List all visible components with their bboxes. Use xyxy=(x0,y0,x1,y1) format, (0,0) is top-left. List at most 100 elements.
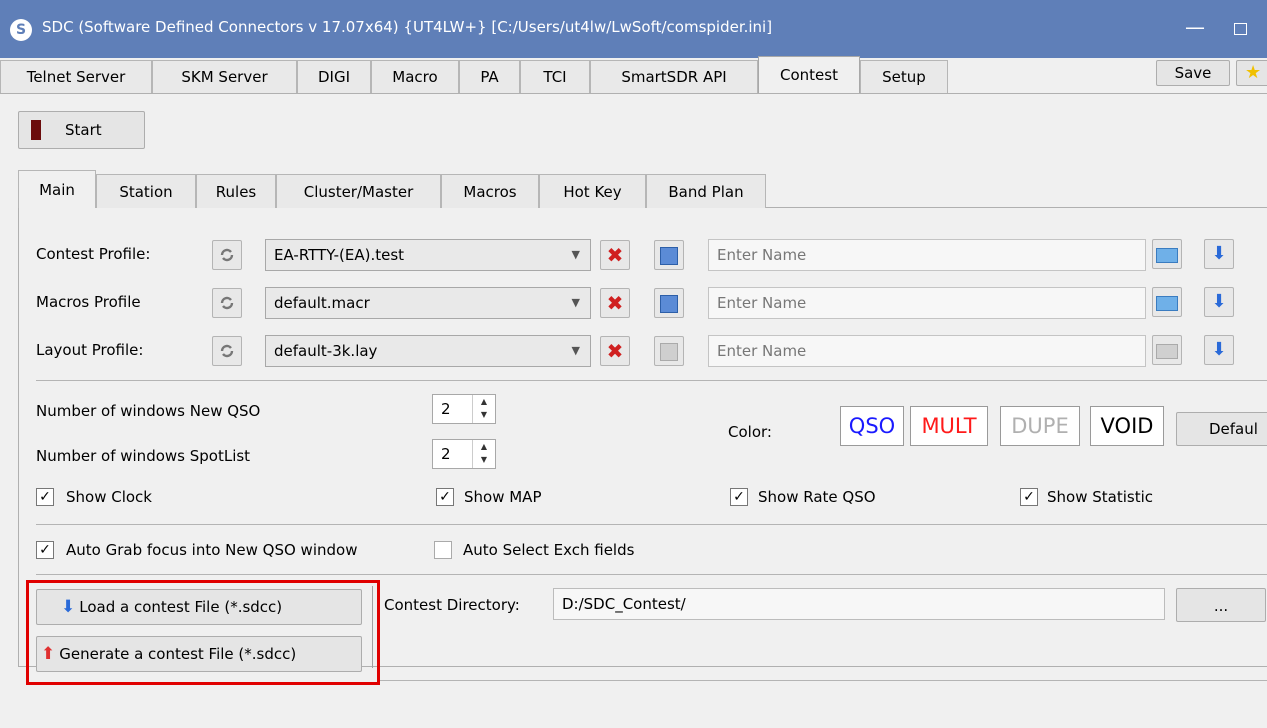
subtab-hot-key[interactable]: Hot Key xyxy=(539,174,646,208)
show-clock-checkbox[interactable]: ✓ xyxy=(36,488,54,506)
subtab-main[interactable]: Main xyxy=(18,170,96,208)
maximize-button[interactable] xyxy=(1226,14,1256,44)
download-arrow-icon: ⬇ xyxy=(61,597,76,617)
contest-profile-label: Contest Profile: xyxy=(36,245,151,263)
auto-grab-checkbox[interactable]: ✓ xyxy=(36,541,54,559)
load-contest-file-label: Load a contest File (*.sdcc) xyxy=(79,598,283,616)
void-color-button[interactable]: VOID xyxy=(1090,406,1164,446)
show-map-label: Show MAP xyxy=(464,488,542,506)
contest-directory-label: Contest Directory: xyxy=(384,596,520,614)
show-rate-checkbox[interactable]: ✓ xyxy=(730,488,748,506)
tab-setup[interactable]: Setup xyxy=(860,60,948,94)
subtab-macros[interactable]: Macros xyxy=(441,174,539,208)
tab-pa[interactable]: PA xyxy=(459,60,520,94)
save-button[interactable]: Save xyxy=(1156,60,1230,86)
folder-add-icon xyxy=(1156,296,1178,311)
download-arrow-icon: ⬇ xyxy=(1211,339,1227,360)
mult-color-button[interactable]: MULT xyxy=(910,406,988,446)
download-arrow-icon: ⬇ xyxy=(1211,243,1227,264)
generate-contest-file-button[interactable]: ⬆ Generate a contest File (*.sdcc) xyxy=(36,636,362,672)
reload-macros-profile-button[interactable] xyxy=(212,288,242,318)
edit-icon xyxy=(660,295,678,313)
macros-profile-value: default.macr xyxy=(274,294,370,312)
show-rate-label: Show Rate QSO xyxy=(758,488,876,506)
dupe-color-button[interactable]: DUPE xyxy=(1000,406,1080,446)
reload-contest-profile-button[interactable] xyxy=(212,240,242,270)
spotlist-windows-spinner[interactable]: 2 ▲ ▼ xyxy=(432,439,496,469)
close-icon: ✖ xyxy=(606,291,624,315)
layout-profile-label: Layout Profile: xyxy=(36,341,144,359)
close-icon: ✖ xyxy=(606,243,624,267)
edit-icon xyxy=(660,247,678,265)
qso-color-button[interactable]: QSO xyxy=(840,406,904,446)
layout-profile-name-input[interactable]: Enter Name xyxy=(708,335,1146,367)
start-button[interactable]: Start xyxy=(18,111,145,149)
auto-grab-label: Auto Grab focus into New QSO window xyxy=(66,541,358,559)
tab-digi[interactable]: DIGI xyxy=(297,60,371,94)
reload-layout-profile-button[interactable] xyxy=(212,336,242,366)
auto-select-exch-checkbox[interactable] xyxy=(434,541,452,559)
spin-arrows-icon[interactable]: ▲ ▼ xyxy=(472,440,495,468)
generate-contest-file-label: Generate a contest File (*.sdcc) xyxy=(59,645,297,663)
show-map-checkbox[interactable]: ✓ xyxy=(436,488,454,506)
edit-layout-profile-button[interactable] xyxy=(654,336,684,366)
contest-profile-select[interactable]: EA-RTTY-(EA).test ▼ xyxy=(265,239,591,271)
tab-contest[interactable]: Contest xyxy=(758,56,860,94)
folder-add-icon xyxy=(1156,344,1178,359)
macros-profile-select[interactable]: default.macr ▼ xyxy=(265,287,591,319)
new-qso-windows-value: 2 xyxy=(441,400,451,418)
auto-select-exch-label: Auto Select Exch fields xyxy=(463,541,635,559)
window-title: SDC (Software Defined Connectors v 17.07… xyxy=(42,18,773,36)
contest-profile-name-input[interactable]: Enter Name xyxy=(708,239,1146,271)
contest-directory-input[interactable]: D:/SDC_Contest/ xyxy=(553,588,1165,620)
new-qso-windows-spinner[interactable]: 2 ▲ ▼ xyxy=(432,394,496,424)
maximize-icon xyxy=(1234,23,1247,35)
spotlist-windows-value: 2 xyxy=(441,445,451,463)
refresh-icon xyxy=(220,248,234,262)
minimize-button[interactable]: — xyxy=(1180,14,1210,44)
tab-skm-server[interactable]: SKM Server xyxy=(152,60,297,94)
chevron-down-icon: ▼ xyxy=(571,296,580,309)
subtab-band-plan[interactable]: Band Plan xyxy=(646,174,766,208)
default-colors-button[interactable]: Defaul xyxy=(1176,412,1267,446)
show-statistic-checkbox[interactable]: ✓ xyxy=(1020,488,1038,506)
subtab-cluster-master[interactable]: Cluster/Master xyxy=(276,174,441,208)
upload-arrow-icon: ⬆ xyxy=(41,644,56,664)
layout-profile-select[interactable]: default-3k.lay ▼ xyxy=(265,335,591,367)
add-layout-profile-button[interactable] xyxy=(1152,335,1182,365)
start-button-label: Start xyxy=(65,121,102,139)
folder-add-icon xyxy=(1156,248,1178,263)
divider xyxy=(36,380,1267,381)
add-macros-profile-button[interactable] xyxy=(1152,287,1182,317)
delete-macros-profile-button[interactable]: ✖ xyxy=(600,288,630,318)
vertical-divider xyxy=(372,586,373,668)
refresh-icon xyxy=(220,344,234,358)
add-contest-profile-button[interactable] xyxy=(1152,239,1182,269)
chevron-down-icon: ▼ xyxy=(571,344,580,357)
show-clock-label: Show Clock xyxy=(66,488,152,506)
delete-contest-profile-button[interactable]: ✖ xyxy=(600,240,630,270)
layout-profile-value: default-3k.lay xyxy=(274,342,378,360)
spin-arrows-icon[interactable]: ▲ ▼ xyxy=(472,395,495,423)
divider xyxy=(36,524,1267,525)
tab-telnet-server[interactable]: Telnet Server xyxy=(0,60,152,94)
delete-layout-profile-button[interactable]: ✖ xyxy=(600,336,630,366)
tab-tci[interactable]: TCI xyxy=(520,60,590,94)
star-icon: ★ xyxy=(1245,62,1262,83)
browse-directory-button[interactable]: ... xyxy=(1176,588,1266,622)
favorite-button[interactable]: ★ xyxy=(1236,60,1267,86)
save-macros-profile-button[interactable]: ⬇ xyxy=(1204,287,1234,317)
divider xyxy=(380,680,1267,681)
macros-profile-name-input[interactable]: Enter Name xyxy=(708,287,1146,319)
edit-macros-profile-button[interactable] xyxy=(654,288,684,318)
contest-profile-value: EA-RTTY-(EA).test xyxy=(274,246,405,264)
edit-contest-profile-button[interactable] xyxy=(654,240,684,270)
load-contest-file-button[interactable]: ⬇ Load a contest File (*.sdcc) xyxy=(36,589,362,625)
save-layout-profile-button[interactable]: ⬇ xyxy=(1204,335,1234,365)
tab-bar-divider xyxy=(0,93,1267,94)
tab-macro[interactable]: Macro xyxy=(371,60,459,94)
subtab-station[interactable]: Station xyxy=(96,174,196,208)
save-contest-profile-button[interactable]: ⬇ xyxy=(1204,239,1234,269)
subtab-rules[interactable]: Rules xyxy=(196,174,276,208)
tab-smartsdr-api[interactable]: SmartSDR API xyxy=(590,60,758,94)
